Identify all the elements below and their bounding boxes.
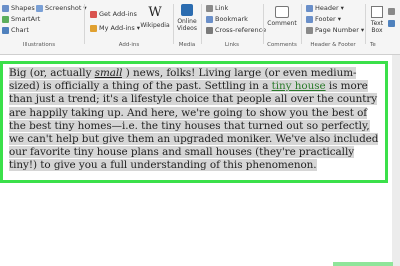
footer-icon	[306, 15, 313, 23]
bookmark-label: Bookmark	[215, 15, 248, 23]
page-number-button[interactable]: Page Number ▾	[306, 26, 364, 34]
bookmark-button[interactable]: Bookmark	[206, 15, 248, 23]
text-run: Big (or, actually	[9, 67, 95, 79]
video-icon	[181, 4, 193, 16]
comments-label: Comments	[267, 42, 297, 48]
comment-icon	[275, 6, 289, 18]
get-addins-label: Get Add-ins	[99, 10, 137, 18]
header-footer-label: Header & Footer	[310, 42, 356, 48]
text-run: is more than just a trend; it's a lifest…	[9, 80, 379, 172]
comments-group: Comment Comments	[264, 0, 300, 54]
text-box-button[interactable]: Text Box	[368, 6, 386, 34]
illustrations-group: Shapes ▾ Screenshot ▾ SmartArt Chart Ill…	[0, 0, 87, 54]
wikipedia-label: Wikipedia	[140, 22, 170, 29]
smartart-button[interactable]: SmartArt	[2, 15, 40, 23]
paragraph-text[interactable]: Big (or, actually small ) news, folks! L…	[9, 67, 383, 173]
shapes-label: Shapes	[11, 4, 35, 12]
cross-reference-label: Cross-reference	[215, 26, 267, 34]
vertical-scrollbar[interactable]	[392, 55, 400, 266]
footer-label: Footer	[315, 15, 336, 23]
text-box-label: Text Box	[370, 20, 384, 34]
link-label: Link	[215, 4, 229, 12]
shapes-button[interactable]: Shapes ▾	[2, 4, 40, 12]
smartart-label: SmartArt	[11, 15, 41, 23]
chart-icon	[2, 26, 9, 34]
text-group: Text Box Te	[366, 0, 400, 54]
quick-parts-button[interactable]	[388, 8, 395, 15]
online-videos-button[interactable]: Online Videos	[174, 4, 200, 32]
addins-group: Get Add-ins My Add-ins ▾ W Wikipedia Add…	[86, 0, 172, 54]
addins-label: Add-ins	[118, 42, 140, 48]
cross-reference-button[interactable]: Cross-reference	[206, 26, 266, 34]
header-label: Header	[315, 4, 339, 12]
media-group: Online Videos Media	[174, 0, 200, 54]
highlighted-paragraph: Big (or, actually small ) news, folks! L…	[0, 61, 388, 183]
bookmark-icon	[206, 15, 213, 23]
get-addins-button[interactable]: Get Add-ins	[90, 10, 137, 18]
tiny-house-link[interactable]: tiny house	[271, 80, 326, 93]
ribbon: Shapes ▾ Screenshot ▾ SmartArt Chart Ill…	[0, 0, 400, 55]
smartart-icon	[2, 15, 9, 23]
green-accent-bar	[333, 262, 393, 266]
links-group: Link Bookmark Cross-reference Links	[202, 0, 266, 54]
screenshot-button[interactable]: Screenshot ▾	[36, 4, 87, 12]
illustrations-label: Illustrations	[22, 42, 56, 48]
wordart-icon	[388, 20, 395, 27]
ribbon-divider	[84, 4, 85, 44]
chevron-down-icon: ▾	[340, 4, 344, 12]
store-icon	[90, 10, 97, 18]
screenshot-icon	[36, 4, 43, 12]
page-number-label: Page Number	[315, 26, 359, 34]
screenshot-label: Screenshot	[45, 4, 82, 12]
link-icon	[206, 4, 213, 12]
footer-button[interactable]: Footer ▾	[306, 15, 341, 23]
links-label: Links	[224, 42, 240, 48]
chart-label: Chart	[11, 26, 29, 34]
chevron-down-icon: ▾	[337, 15, 341, 23]
text-box-icon	[371, 6, 383, 18]
shapes-icon	[2, 4, 9, 12]
my-addins-button[interactable]: My Add-ins ▾	[90, 24, 140, 32]
comment-label: Comment	[267, 20, 297, 27]
header-footer-group: Header ▾ Footer ▾ Page Number ▾ Header &…	[302, 0, 364, 54]
wikipedia-button[interactable]: W Wikipedia	[140, 5, 170, 30]
comment-button[interactable]: Comment	[266, 6, 298, 27]
quick-parts-icon	[388, 8, 395, 15]
header-icon	[306, 4, 313, 12]
text-label: Te	[370, 42, 376, 48]
wikipedia-icon: W	[148, 5, 162, 20]
media-label: Media	[178, 42, 196, 48]
cross-reference-icon	[206, 26, 213, 34]
addins-icon	[90, 24, 97, 32]
chart-button[interactable]: Chart	[2, 26, 29, 34]
chevron-down-icon: ▾	[360, 26, 365, 34]
header-button[interactable]: Header ▾	[306, 4, 344, 12]
page-number-icon	[306, 26, 313, 34]
italic-text: small	[94, 67, 123, 79]
my-addins-label: My Add-ins	[99, 24, 135, 32]
wordart-button[interactable]	[388, 20, 395, 27]
link-button[interactable]: Link	[206, 4, 228, 12]
online-videos-label: Online Videos	[177, 18, 197, 32]
